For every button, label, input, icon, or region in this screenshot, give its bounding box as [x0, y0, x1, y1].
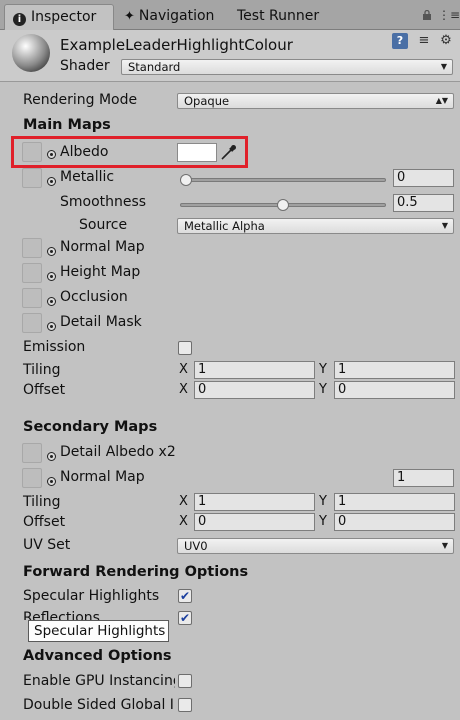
- source-label: Source: [79, 217, 128, 233]
- secondary-normal-map-texture-slot[interactable]: [22, 468, 42, 488]
- dropdown-arrow-icon: ▼: [441, 541, 448, 550]
- metallic-object-picker-icon[interactable]: [47, 177, 56, 186]
- gear-icon[interactable]: ⚙: [438, 33, 454, 49]
- detail-mask-object-picker-icon[interactable]: [47, 322, 56, 331]
- specular-highlights-tooltip: Specular Highlights: [28, 620, 169, 642]
- normal-map-object-picker-icon[interactable]: [47, 247, 56, 256]
- tiling-y-field[interactable]: 1: [334, 361, 455, 379]
- source-dropdown[interactable]: Metallic Alpha ▼: [177, 218, 454, 234]
- shader-label: Shader: [60, 58, 110, 74]
- emission-label: Emission: [23, 339, 86, 355]
- double-sided-gi-checkbox[interactable]: [178, 698, 192, 712]
- occlusion-label: Occlusion: [60, 289, 128, 305]
- uv-set-dropdown[interactable]: UV0 ▼: [177, 538, 454, 554]
- secondary-normal-map-object-picker-icon[interactable]: [47, 477, 56, 486]
- sliders-icon[interactable]: ≡: [416, 33, 432, 49]
- secondary-tiling-y-axis-label: Y: [319, 494, 327, 509]
- albedo-highlight-box: [11, 136, 248, 168]
- offset-x-field[interactable]: 0: [194, 381, 315, 399]
- uv-set-label: UV Set: [23, 537, 71, 553]
- tab-inspector-label: Inspector: [31, 9, 97, 25]
- tab-test-runner[interactable]: Test Runner: [237, 4, 342, 30]
- tab-inspector[interactable]: i Inspector: [4, 4, 114, 30]
- double-sided-gi-label: Double Sided Global Illumination: [23, 697, 175, 713]
- tab-test-runner-label: Test Runner: [237, 8, 320, 24]
- rendering-mode-dropdown[interactable]: Opaque ▲▼: [177, 93, 454, 109]
- reflections-checkbox[interactable]: ✔: [178, 611, 192, 625]
- smoothness-label: Smoothness: [60, 194, 147, 210]
- secondary-tiling-label: Tiling: [23, 494, 61, 510]
- offset-y-axis-label: Y: [319, 382, 327, 397]
- advanced-options-title: Advanced Options: [23, 648, 172, 664]
- metallic-value-field[interactable]: 0: [393, 169, 454, 187]
- secondary-normal-scale-field[interactable]: 1: [393, 469, 454, 487]
- tiling-label: Tiling: [23, 362, 61, 378]
- height-map-label: Height Map: [60, 264, 141, 280]
- tab-navigation[interactable]: ✦ Navigation: [124, 4, 229, 30]
- dropdown-arrow-icon: ▼: [441, 221, 448, 230]
- metallic-slider-thumb[interactable]: [180, 174, 192, 186]
- gpu-instancing-checkbox[interactable]: [178, 674, 192, 688]
- source-value: Metallic Alpha: [184, 219, 265, 233]
- offset-x-axis-label: X: [179, 382, 188, 397]
- specular-highlights-checkbox[interactable]: ✔: [178, 589, 192, 603]
- smoothness-slider-thumb[interactable]: [277, 199, 289, 211]
- detail-albedo-object-picker-icon[interactable]: [47, 452, 56, 461]
- detail-albedo-label: Detail Albedo x2: [60, 444, 176, 460]
- navigation-icon: ✦: [124, 9, 135, 24]
- secondary-tiling-x-axis-label: X: [179, 494, 188, 509]
- normal-map-label: Normal Map: [60, 239, 145, 255]
- emission-checkbox[interactable]: [178, 341, 192, 355]
- secondary-offset-x-field[interactable]: 0: [194, 513, 315, 531]
- dropdown-arrow-icon: ▲▼: [435, 96, 448, 105]
- reflections-label: Reflections: [23, 610, 100, 620]
- height-map-object-picker-icon[interactable]: [47, 272, 56, 281]
- secondary-offset-y-field[interactable]: 0: [334, 513, 455, 531]
- tiling-y-axis-label: Y: [319, 362, 327, 377]
- gpu-instancing-label: Enable GPU Instancing: [23, 673, 175, 689]
- tab-menu-icon[interactable]: ⋮≡: [438, 8, 460, 22]
- occlusion-object-picker-icon[interactable]: [47, 297, 56, 306]
- secondary-offset-x-axis-label: X: [179, 514, 188, 529]
- secondary-normal-map-label: Normal Map: [60, 469, 145, 485]
- detail-albedo-texture-slot[interactable]: [22, 443, 42, 463]
- detail-mask-texture-slot[interactable]: [22, 313, 42, 333]
- offset-y-field[interactable]: 0: [334, 381, 455, 399]
- uv-set-value: UV0: [184, 539, 208, 553]
- help-book-icon[interactable]: ?: [392, 33, 408, 49]
- secondary-tiling-x-field[interactable]: 1: [194, 493, 315, 511]
- material-preview-sphere: [12, 34, 50, 72]
- lock-icon[interactable]: [422, 10, 432, 20]
- material-name: ExampleLeaderHighlightColour: [60, 36, 293, 54]
- info-icon: i: [13, 13, 26, 26]
- tiling-x-axis-label: X: [179, 362, 188, 377]
- height-map-texture-slot[interactable]: [22, 263, 42, 283]
- rendering-mode-value: Opaque: [184, 94, 230, 108]
- smoothness-value-field[interactable]: 0.5: [393, 194, 454, 212]
- metallic-label: Metallic: [60, 169, 115, 185]
- rendering-mode-label: Rendering Mode: [23, 92, 138, 108]
- secondary-offset-y-axis-label: Y: [319, 514, 327, 529]
- dropdown-arrow-icon: ▼: [440, 62, 447, 71]
- main-maps-title: Main Maps: [23, 117, 111, 133]
- tiling-x-field[interactable]: 1: [194, 361, 315, 379]
- occlusion-texture-slot[interactable]: [22, 288, 42, 308]
- specular-highlights-label: Specular Highlights: [23, 588, 160, 604]
- metallic-slider-track[interactable]: [180, 178, 386, 182]
- secondary-tiling-y-field[interactable]: 1: [334, 493, 455, 511]
- secondary-maps-title: Secondary Maps: [23, 419, 158, 435]
- tab-navigation-label: Navigation: [138, 8, 215, 24]
- offset-label: Offset: [23, 382, 66, 398]
- detail-mask-label: Detail Mask: [60, 314, 142, 330]
- shader-dropdown[interactable]: Standard ▼: [121, 59, 453, 75]
- secondary-offset-label: Offset: [23, 514, 66, 530]
- normal-map-texture-slot[interactable]: [22, 238, 42, 258]
- shader-value: Standard: [128, 60, 181, 74]
- metallic-texture-slot[interactable]: [22, 168, 42, 188]
- forward-rendering-title: Forward Rendering Options: [23, 564, 249, 580]
